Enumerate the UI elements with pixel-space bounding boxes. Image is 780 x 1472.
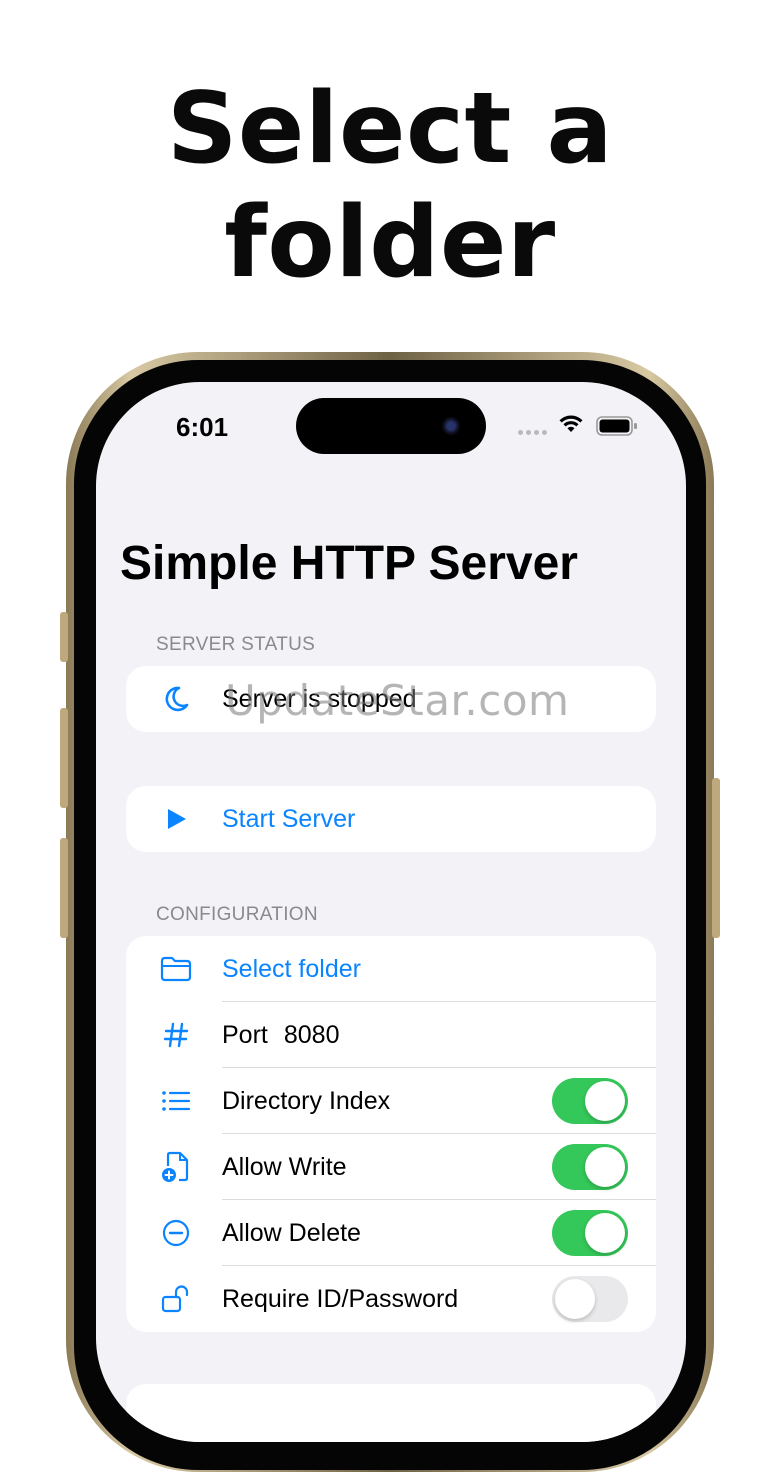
directory-index-toggle[interactable] (552, 1078, 628, 1124)
select-folder-row[interactable]: Select folder (126, 936, 656, 1002)
port-value[interactable]: 8080 (284, 1021, 340, 1049)
server-status-row: Server is stopped (126, 666, 656, 732)
allow-write-toggle[interactable] (552, 1144, 628, 1190)
moon-icon (158, 681, 194, 717)
promo-headline: Select a folder (166, 72, 614, 300)
phone-power-button (712, 778, 720, 938)
camera-lens (442, 417, 460, 435)
port-row[interactable]: Port 8080 (126, 1002, 656, 1068)
allow-delete-row: Allow Delete (126, 1200, 656, 1266)
allow-delete-toggle[interactable] (552, 1210, 628, 1256)
document-add-icon (158, 1149, 194, 1185)
phone-side-button (60, 612, 68, 662)
app-title: Simple HTTP Server (120, 537, 578, 590)
number-sign-icon (158, 1017, 194, 1053)
dynamic-island (296, 398, 486, 454)
server-status-card: Server is stopped (126, 666, 656, 732)
directory-index-row: Directory Index (126, 1068, 656, 1134)
port-field: Port 8080 (222, 1021, 339, 1050)
list-icon (158, 1083, 194, 1119)
server-status-header: SERVER STATUS (156, 634, 316, 655)
require-auth-label: Require ID/Password (222, 1284, 459, 1313)
allow-write-row: Allow Write (126, 1134, 656, 1200)
configuration-card: Select folder Port 8080 Directory Index (126, 936, 656, 1332)
directory-index-label: Directory Index (222, 1086, 391, 1115)
status-bar-time: 6:01 (176, 412, 229, 442)
cellular-signal-icon (518, 430, 547, 435)
phone-screen: 6:01 Simple HTTP Server SERVER STATUS Se… (96, 382, 686, 1442)
minus-circle-icon (158, 1215, 194, 1251)
wifi-icon (558, 414, 584, 439)
start-server-label: Start Server (222, 804, 356, 833)
select-folder-label: Select folder (222, 954, 361, 983)
port-label: Port (222, 1020, 268, 1049)
start-server-button[interactable]: Start Server (126, 786, 656, 852)
server-status-text: Server is stopped (222, 684, 417, 713)
allow-write-label: Allow Write (222, 1152, 347, 1181)
allow-delete-label: Allow Delete (222, 1218, 361, 1247)
battery-icon (596, 416, 638, 441)
folder-icon (158, 951, 194, 987)
play-icon (158, 801, 194, 837)
next-section-card (126, 1384, 656, 1442)
unlock-icon (158, 1281, 194, 1317)
require-auth-toggle[interactable] (552, 1276, 628, 1322)
configuration-header: CONFIGURATION (156, 904, 318, 925)
start-server-card: Start Server (126, 786, 656, 852)
require-auth-row: Require ID/Password (126, 1266, 656, 1332)
phone-volume-down-button (60, 838, 68, 938)
phone-volume-up-button (60, 708, 68, 808)
